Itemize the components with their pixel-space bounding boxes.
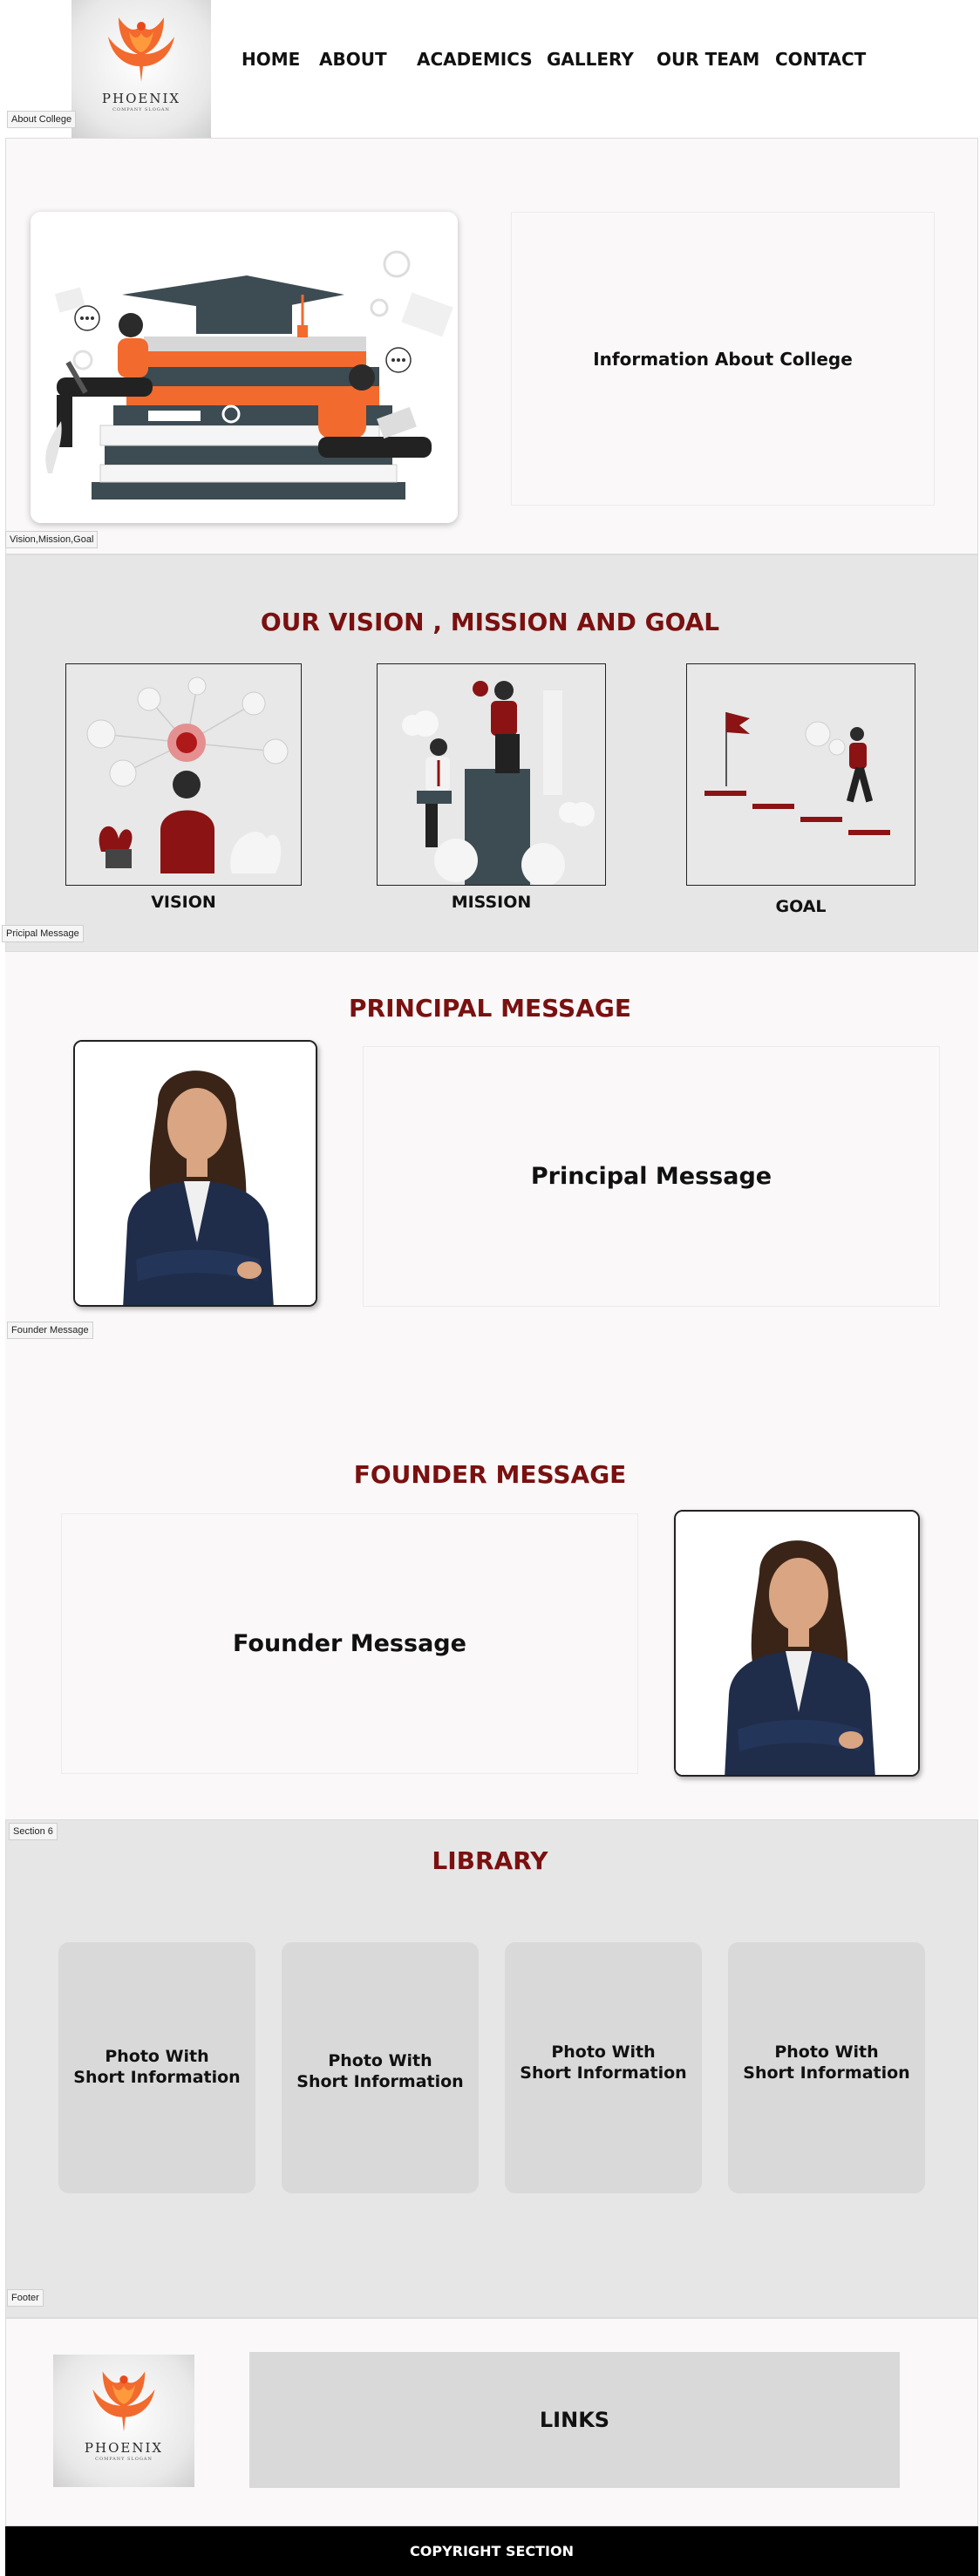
principal-message-box: Principal Message [363,1046,940,1307]
logo-title: PHOENIX [101,91,181,106]
vision-mission-goal-tag: Vision,Mission,Goal [5,531,99,548]
about-info-box: Information About College [511,212,935,506]
library-card[interactable]: Photo With Short Information [728,1942,925,2193]
footer-logo-subtitle: COMPANY SLOGAN [95,2457,153,2462]
nav-academics[interactable]: ACADEMICS [417,49,533,70]
principal-section-title: PRINCIPAL MESSAGE [349,994,631,1023]
founder-section-title: FOUNDER MESSAGE [353,1460,627,1489]
nav-home[interactable]: HOME [242,49,300,70]
section6-tag: Section 6 [9,1823,58,1840]
principal-message-text: Principal Message [530,1163,772,1190]
library-section-title: LIBRARY [432,1846,548,1875]
principal-message-tag: Pricipal Message [2,925,84,942]
nav-contact[interactable]: CONTACT [775,49,866,70]
about-college-tag: About College [7,111,77,128]
footer-tag: Footer [7,2289,44,2307]
library-card[interactable]: Photo With Short Information [58,1942,255,2193]
library-card-text: Photo With Short Information [743,2042,910,2083]
founder-message-tag: Founder Message [7,1322,93,1339]
footer-links-text: LINKS [539,2408,610,2432]
graduation-books-icon [31,212,458,523]
principal-photo [73,1040,317,1307]
logo-subtitle: COMPANY SLOGAN [112,107,170,112]
goal-label: GOAL [775,897,827,916]
founder-photo [674,1510,920,1777]
founder-message-text: Founder Message [233,1630,466,1657]
goal-illustration-icon [687,664,915,885]
about-info-text: Information About College [593,348,853,370]
library-card[interactable]: Photo With Short Information [505,1942,702,2193]
footer-logo[interactable]: PHOENIX COMPANY SLOGAN [53,2355,194,2487]
copyright-bar: COPYRIGHT SECTION [5,2526,978,2576]
founder-portrait-icon [676,1512,918,1775]
vision-illustration-icon [66,664,301,885]
logo[interactable]: PHOENIX COMPANY SLOGAN [71,0,211,138]
phoenix-logo-icon [108,17,174,82]
nav-about[interactable]: ABOUT [319,49,387,70]
mission-card [377,663,606,886]
footer-phoenix-logo-icon [92,2371,155,2432]
library-card-text: Photo With Short Information [520,2042,687,2083]
nav-gallery[interactable]: GALLERY [547,49,634,70]
footer-links-box[interactable]: LINKS [249,2352,900,2488]
library-card-text: Photo With Short Information [73,2047,241,2087]
principal-portrait-icon [75,1042,316,1305]
copyright-text: COPYRIGHT SECTION [410,2543,574,2559]
mission-label: MISSION [451,893,532,912]
footer-logo-title: PHOENIX [84,2440,164,2456]
nav-our-team[interactable]: OUR TEAM [657,49,759,70]
library-card-text: Photo With Short Information [296,2051,464,2091]
vision-section-title: OUR VISION , MISSION AND GOAL [260,608,720,636]
founder-message-box: Founder Message [61,1513,638,1774]
vision-card [65,663,302,886]
vision-label: VISION [151,893,216,912]
mission-illustration-icon [378,664,605,885]
about-illustration [31,212,458,523]
goal-card [686,663,915,886]
library-card[interactable]: Photo With Short Information [282,1942,479,2193]
